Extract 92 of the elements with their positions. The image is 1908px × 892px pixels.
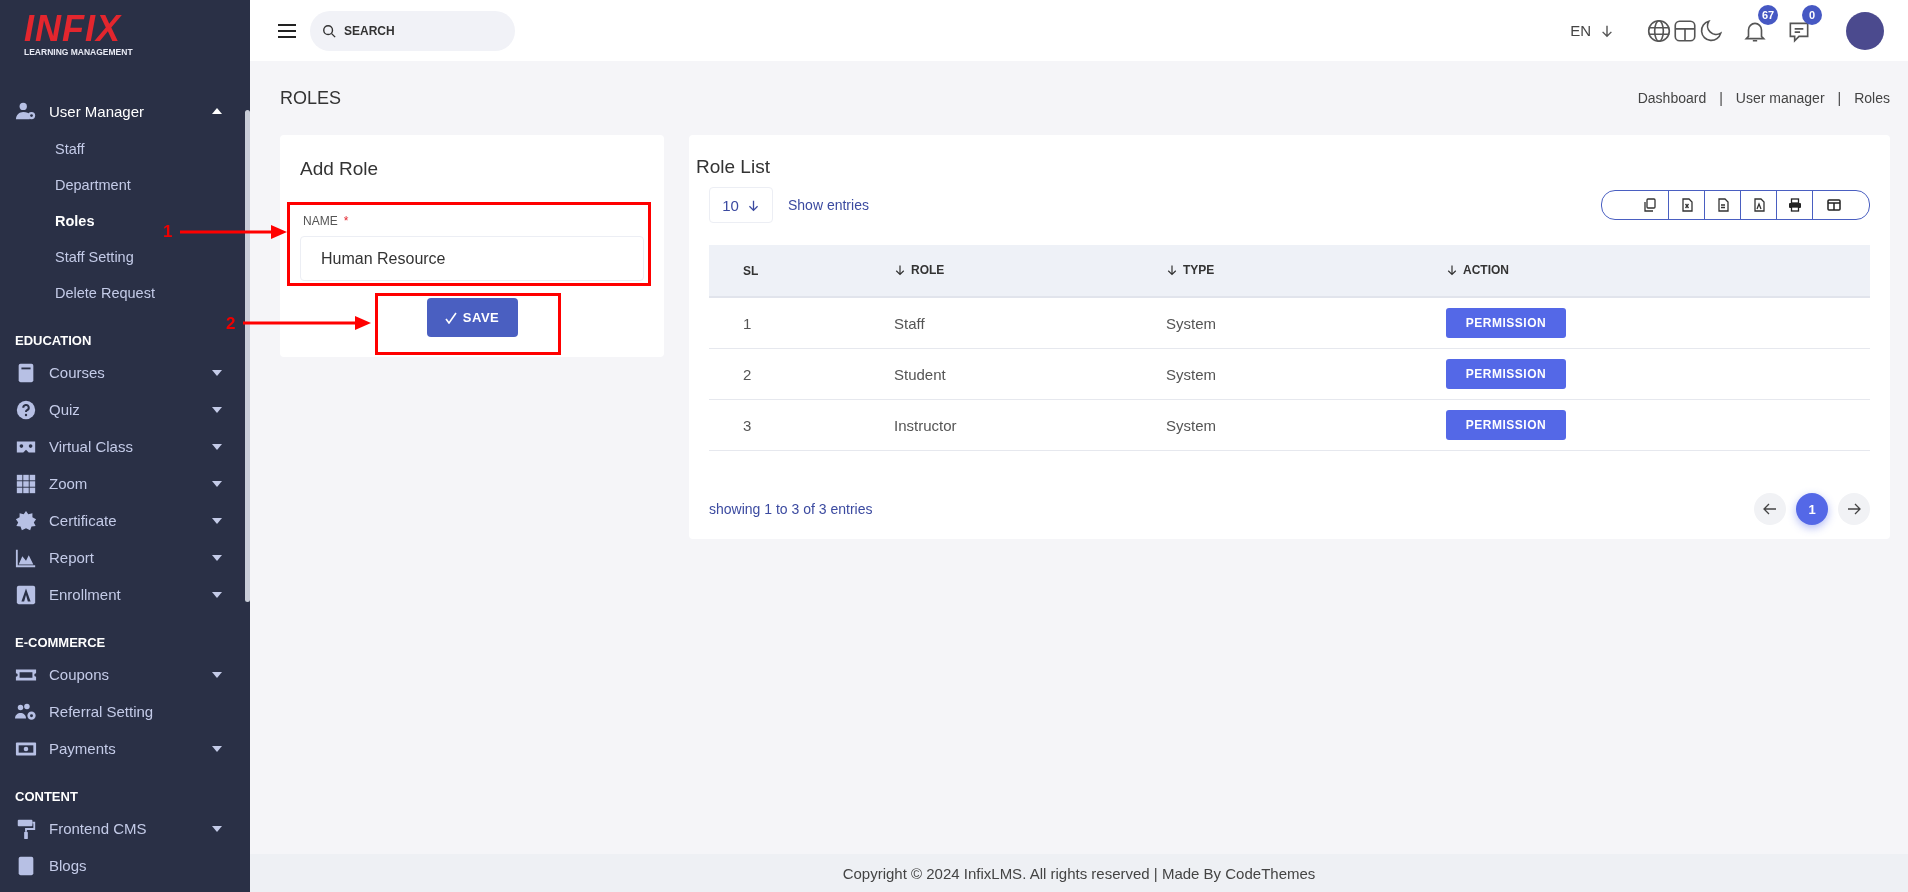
- column-header[interactable]: ACTION: [1446, 262, 1509, 277]
- letter-tile-icon: [15, 583, 37, 606]
- sort-arrow-icon: [1446, 263, 1458, 276]
- notification-count: 67: [1758, 4, 1778, 25]
- table-cell: Instructor: [894, 416, 957, 434]
- table-cell: System: [1166, 314, 1216, 332]
- submenu-item[interactable]: Delete Request: [55, 275, 155, 311]
- next-page-button[interactable]: [1838, 493, 1870, 525]
- message-count: 0: [1802, 4, 1822, 25]
- layout-button[interactable]: [1672, 17, 1698, 44]
- printer-icon: [1787, 198, 1802, 212]
- copy-icon: [1643, 198, 1657, 212]
- arrow-down-icon: [746, 198, 760, 212]
- table-cell: Staff: [894, 314, 925, 332]
- field-label: NAME *: [303, 214, 350, 228]
- sidebar-item[interactable]: Courses: [0, 354, 240, 391]
- user-gear-icon: [15, 100, 37, 122]
- column-header[interactable]: SL: [743, 263, 759, 278]
- globe-icon: [1646, 17, 1672, 44]
- table-cell: 2: [743, 365, 752, 383]
- table-cell: 1: [743, 314, 752, 332]
- sidebar-item[interactable]: Referral Setting: [0, 693, 240, 730]
- seal-icon: [15, 509, 37, 532]
- moon-icon: [1698, 17, 1724, 44]
- sidebar-item[interactable]: Frontend CMS: [0, 810, 240, 847]
- sort-arrow-icon: [894, 263, 906, 276]
- section-heading: E-COMMERCE: [15, 634, 106, 652]
- page-button[interactable]: 1: [1796, 493, 1828, 525]
- sidebar-item[interactable]: Blogs: [0, 847, 240, 884]
- columns-icon: [1826, 198, 1841, 212]
- page-size-select[interactable]: 10: [709, 187, 773, 223]
- permission-button[interactable]: PERMISSION: [1446, 308, 1566, 338]
- paint-roller-icon: [15, 817, 37, 840]
- save-button[interactable]: SAVE: [426, 298, 518, 337]
- arrow-right-icon: [1847, 502, 1861, 516]
- sidebar-item[interactable]: Report: [0, 539, 240, 576]
- search-field[interactable]: SEARCH: [310, 10, 515, 51]
- page-title: ROLES: [280, 87, 343, 109]
- logo-tagline: LEARNING MANAGEMENT: [24, 46, 134, 57]
- table-cell: System: [1166, 416, 1216, 434]
- sidebar-item[interactable]: Virtual Class: [0, 428, 240, 465]
- globe-button[interactable]: [1646, 17, 1672, 44]
- breadcrumb-separator: |: [1837, 90, 1842, 106]
- section-heading: CONTENT: [15, 788, 78, 806]
- permission-button[interactable]: PERMISSION: [1446, 359, 1566, 389]
- search-icon: [322, 23, 336, 38]
- copyright-text: Copyright © 2024 InfixLMS. All rights reserved | Made By CodeThemes: [842, 864, 1316, 882]
- name-input[interactable]: Human Resource: [300, 236, 644, 282]
- arrow-left-icon: [1763, 502, 1777, 516]
- avatar[interactable]: [1846, 11, 1884, 50]
- entries-summary: showing 1 to 3 of 3 entries: [709, 501, 874, 517]
- sidebar-item[interactable]: Enrollment: [0, 576, 240, 613]
- grid-icon: [15, 472, 37, 495]
- sidebar-item[interactable]: Zoom: [0, 465, 240, 502]
- section-heading: EDUCATION: [15, 332, 92, 350]
- submenu-item[interactable]: Staff: [55, 131, 85, 167]
- submenu-item[interactable]: Roles: [55, 203, 95, 239]
- spreadsheet-file-icon: [1679, 198, 1694, 212]
- submenu-item[interactable]: Staff Setting: [55, 239, 134, 275]
- sidebar-item[interactable]: Certificate: [0, 502, 240, 539]
- column-header[interactable]: TYPE: [1166, 262, 1215, 277]
- sidebar-item[interactable]: Payments: [0, 730, 240, 767]
- language-selector[interactable]: EN: [1570, 22, 1614, 39]
- question-icon: [15, 398, 37, 421]
- breadcrumb-link[interactable]: User manager: [1735, 90, 1825, 106]
- breadcrumb-separator: |: [1719, 90, 1723, 106]
- file-icon: [1751, 198, 1766, 212]
- logo: INFIX: [24, 12, 123, 45]
- previous-page-button[interactable]: [1754, 493, 1786, 525]
- sidebar-item[interactable]: Coupons: [0, 656, 240, 693]
- document-icon: [1715, 198, 1730, 212]
- step-number: 1: [163, 223, 173, 241]
- dark-mode-button[interactable]: [1698, 17, 1724, 44]
- table-cell: System: [1166, 365, 1216, 383]
- layout-icon: [1672, 17, 1698, 44]
- step-number: 2: [226, 315, 236, 333]
- card-title: Role List: [696, 155, 771, 179]
- menu-icon[interactable]: [278, 22, 296, 39]
- arrow-down-icon: [1600, 23, 1614, 38]
- sidebar-item[interactable]: Quiz: [0, 391, 240, 428]
- check-icon: [444, 311, 457, 324]
- column-header[interactable]: ROLE: [894, 262, 945, 277]
- sort-arrow-icon: [1166, 263, 1178, 276]
- show-entries-label: Show entries: [788, 197, 870, 213]
- permission-button[interactable]: PERMISSION: [1446, 410, 1566, 440]
- submenu-item[interactable]: Department: [55, 167, 131, 203]
- table-cell: Student: [894, 365, 946, 383]
- card-title: Add Role: [300, 157, 380, 181]
- sidebar-item[interactable]: User Manager: [0, 91, 240, 131]
- table-cell: 3: [743, 416, 752, 434]
- scrollbar-thumb[interactable]: [245, 110, 250, 602]
- breadcrumb-link[interactable]: Dashboard: [1637, 90, 1707, 106]
